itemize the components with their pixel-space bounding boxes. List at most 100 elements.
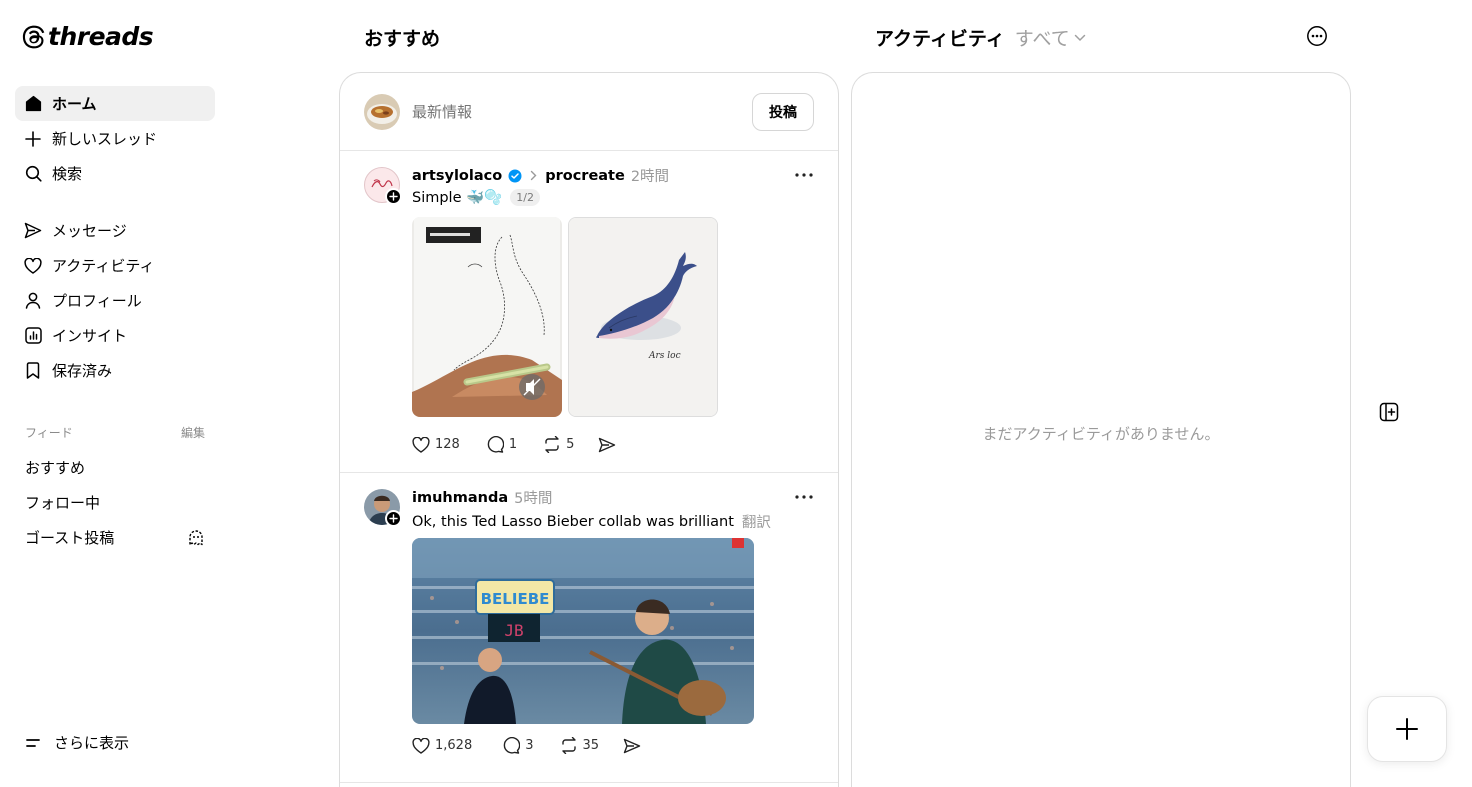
feeds-header: フィード 編集 bbox=[25, 424, 205, 441]
post-header: imuhmanda 5時間 bbox=[412, 487, 552, 508]
feeds-edit-link[interactable]: 編集 bbox=[181, 424, 205, 441]
repost-button[interactable]: 5 bbox=[543, 436, 574, 453]
sidebar-item-new-thread[interactable]: 新しいスレッド bbox=[15, 121, 215, 156]
post-username[interactable]: imuhmanda bbox=[412, 490, 508, 506]
more-options-circle-icon bbox=[1306, 25, 1328, 47]
sign-subtext: JB bbox=[504, 621, 523, 640]
feeds-heading: フィード bbox=[25, 426, 73, 440]
home-icon bbox=[24, 95, 42, 113]
search-icon bbox=[24, 165, 42, 183]
feed-item-recommended[interactable]: おすすめ bbox=[15, 450, 215, 485]
logo-wordmark: threads bbox=[48, 22, 154, 51]
feed-item-label: フォロー中 bbox=[25, 494, 101, 512]
post-media-image[interactable]: Ars loc bbox=[568, 217, 718, 417]
sidebar-item-search[interactable]: 検索 bbox=[15, 156, 215, 191]
follow-button[interactable] bbox=[385, 188, 402, 205]
activity-filter-dropdown[interactable]: すべて bbox=[1015, 24, 1086, 51]
sidebar-item-saved[interactable]: 保存済み bbox=[15, 353, 215, 388]
plus-icon bbox=[24, 130, 42, 148]
more-horizontal-icon bbox=[794, 487, 814, 507]
feed-column: 投稿 artsylolaco procreate 2時間 bbox=[339, 72, 839, 787]
activity-column-header: アクティビティ すべて bbox=[875, 24, 1086, 51]
like-button[interactable]: 128 bbox=[412, 436, 460, 453]
post-username[interactable]: artsylolaco bbox=[412, 168, 502, 184]
post-time: 5時間 bbox=[514, 491, 553, 507]
add-column-icon bbox=[1379, 402, 1399, 422]
post-menu-button[interactable] bbox=[794, 165, 814, 185]
ghost-icon bbox=[186, 528, 206, 548]
send-icon bbox=[598, 437, 616, 453]
post: imuhmanda 5時間 Ok, this Ted Lasso Bieber … bbox=[340, 473, 838, 783]
post: artsylolaco procreate 2時間 Simple 🐳🫧 1/2 bbox=[340, 151, 838, 473]
post-body: Simple 🐳🫧 bbox=[412, 190, 503, 206]
heart-icon bbox=[412, 737, 430, 754]
post-menu-button[interactable] bbox=[794, 487, 814, 507]
avatar[interactable] bbox=[364, 93, 400, 130]
reply-count: 1 bbox=[508, 437, 518, 452]
heart-icon bbox=[24, 257, 42, 275]
feed-item-label: ゴースト投稿 bbox=[25, 529, 115, 547]
activity-filter-label: すべて bbox=[1014, 28, 1070, 50]
heart-icon bbox=[412, 436, 430, 453]
new-post-fab[interactable] bbox=[1367, 696, 1447, 762]
post-time: 2時間 bbox=[630, 169, 670, 185]
person-icon bbox=[24, 292, 42, 310]
feed-item-following[interactable]: フォロー中 bbox=[15, 485, 215, 520]
post-header: artsylolaco procreate 2時間 bbox=[412, 165, 669, 186]
translate-link[interactable]: 翻訳 bbox=[742, 511, 771, 532]
comment-icon bbox=[502, 737, 521, 754]
more-menu-button[interactable]: さらに表示 bbox=[24, 732, 129, 753]
menu-icon bbox=[24, 736, 42, 750]
post-media-image[interactable]: BELIEBE JB bbox=[412, 538, 754, 724]
reply-button[interactable]: 1 bbox=[486, 436, 517, 453]
repost-button[interactable]: 35 bbox=[560, 737, 600, 754]
plus-icon bbox=[1396, 718, 1418, 740]
share-button[interactable] bbox=[598, 437, 616, 453]
sidebar-item-messages[interactable]: メッセージ bbox=[15, 213, 215, 248]
reply-button[interactable]: 3 bbox=[502, 737, 534, 754]
more-horizontal-icon bbox=[794, 165, 814, 185]
post-actions: 128 1 5 bbox=[412, 436, 616, 453]
post-community[interactable]: procreate bbox=[545, 168, 625, 184]
feed-item-label: おすすめ bbox=[25, 459, 86, 477]
repost-count: 35 bbox=[582, 738, 600, 753]
sidebar-item-activity[interactable]: アクティビティ bbox=[15, 248, 215, 283]
like-button[interactable]: 1,628 bbox=[412, 737, 472, 754]
repost-count: 5 bbox=[566, 437, 575, 452]
add-column-button[interactable] bbox=[1379, 402, 1399, 422]
repost-icon bbox=[543, 436, 561, 453]
post-text: Simple 🐳🫧 1/2 bbox=[412, 189, 540, 206]
comment-icon bbox=[486, 436, 504, 453]
send-icon bbox=[623, 738, 641, 754]
composer: 投稿 bbox=[340, 73, 838, 151]
sidebar-item-label: 検索 bbox=[52, 165, 83, 183]
sidebar-item-label: アクティビティ bbox=[52, 257, 155, 275]
chevron-down-icon bbox=[1074, 34, 1086, 42]
post-media-video[interactable] bbox=[412, 217, 562, 417]
more-label: さらに表示 bbox=[54, 734, 130, 752]
threads-logo[interactable]: threads bbox=[22, 22, 154, 51]
follow-button[interactable] bbox=[385, 510, 402, 527]
post-text: Ok, this Ted Lasso Bieber collab was bri… bbox=[412, 511, 771, 532]
sidebar-item-insights[interactable]: インサイト bbox=[15, 318, 215, 353]
sidebar-item-profile[interactable]: プロフィール bbox=[15, 283, 215, 318]
reply-count: 3 bbox=[525, 738, 534, 753]
post-button[interactable]: 投稿 bbox=[752, 92, 814, 131]
bookmark-icon bbox=[24, 362, 42, 380]
verified-badge-icon bbox=[508, 169, 522, 183]
sidebar-item-home[interactable]: ホーム bbox=[15, 86, 215, 121]
sidebar-item-label: ホーム bbox=[52, 95, 97, 113]
feed-item-ghost-posts[interactable]: ゴースト投稿 bbox=[15, 520, 215, 555]
activity-column: まだアクティビティがありません。 bbox=[851, 72, 1351, 787]
composer-input[interactable] bbox=[412, 102, 752, 121]
sidebar-item-label: メッセージ bbox=[52, 222, 127, 240]
column-options-button[interactable] bbox=[1306, 25, 1328, 47]
activity-empty-message: まだアクティビティがありません。 bbox=[982, 425, 1220, 443]
sidebar-item-label: 保存済み bbox=[52, 362, 113, 380]
post-actions: 1,628 3 35 bbox=[412, 737, 641, 754]
sidebar-item-label: インサイト bbox=[52, 327, 128, 345]
chevron-right-icon bbox=[530, 170, 537, 181]
threads-logo-icon bbox=[22, 25, 45, 48]
media-page-indicator: 1/2 bbox=[510, 189, 540, 206]
share-button[interactable] bbox=[623, 738, 641, 754]
